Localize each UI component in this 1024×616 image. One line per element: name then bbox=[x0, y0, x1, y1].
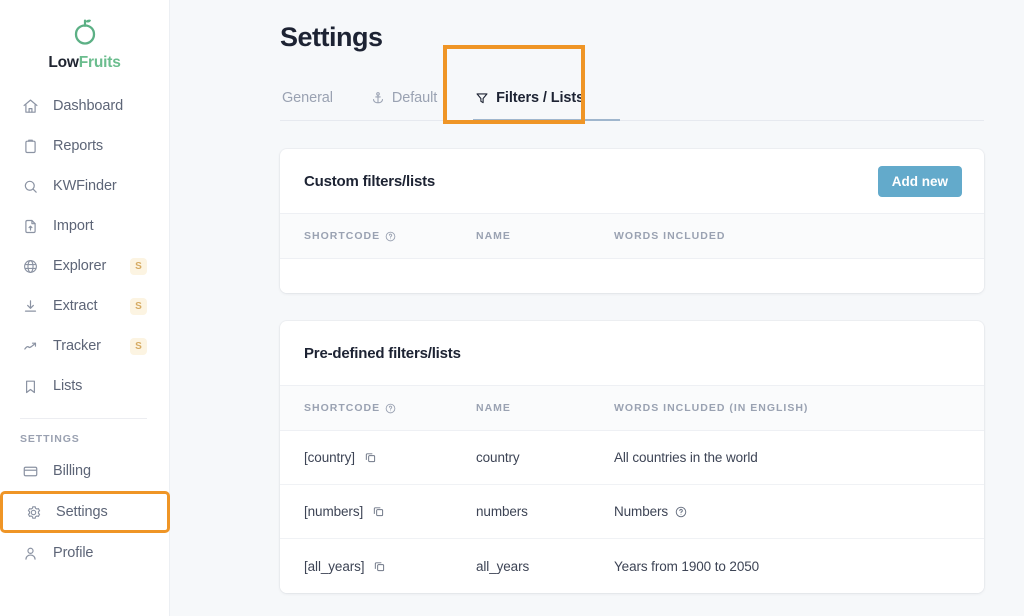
sidebar-item-lists[interactable]: Lists bbox=[0, 366, 169, 406]
fruit-logo-icon bbox=[0, 16, 169, 48]
sidebar-item-dashboard[interactable]: Dashboard bbox=[0, 86, 169, 126]
column-header-label: SHORTCODE bbox=[304, 230, 380, 242]
table-row: [numbers] numbers Numbers bbox=[280, 485, 984, 539]
custom-filters-table-header: SHORTCODE NAME WORDS INCLUDED bbox=[280, 213, 984, 259]
sidebar-item-label: Explorer bbox=[53, 258, 106, 274]
sidebar-item-label: Billing bbox=[53, 463, 91, 479]
cell-name: numbers bbox=[476, 504, 614, 519]
cell-shortcode: [all_years] bbox=[304, 559, 476, 574]
column-header-label: SHORTCODE bbox=[304, 402, 380, 414]
page-title: Settings bbox=[280, 22, 984, 53]
sidebar-item-explorer[interactable]: Explorer S bbox=[0, 246, 169, 286]
tab-label: Default bbox=[392, 90, 437, 106]
question-circle-icon[interactable] bbox=[385, 231, 396, 242]
user-icon bbox=[20, 543, 40, 563]
column-header-words: WORDS INCLUDED (IN ENGLISH) bbox=[614, 402, 960, 414]
sidebar-item-kwfinder[interactable]: KWFinder bbox=[0, 166, 169, 206]
bookmark-icon bbox=[20, 376, 40, 396]
brand-name-fruits: Fruits bbox=[79, 54, 121, 71]
sidebar-item-label: Dashboard bbox=[53, 98, 123, 114]
sidebar-item-extract[interactable]: Extract S bbox=[0, 286, 169, 326]
file-upload-icon bbox=[20, 216, 40, 236]
clipboard-icon bbox=[20, 136, 40, 156]
sidebar-item-label: Profile bbox=[53, 545, 93, 561]
sidebar-item-label: Import bbox=[53, 218, 94, 234]
app-root: LowFruits Dashboard Reports KWFin bbox=[0, 0, 1024, 616]
cell-shortcode: [country] bbox=[304, 450, 476, 465]
anchor-icon bbox=[371, 91, 385, 105]
tab-label: General bbox=[282, 90, 333, 106]
status-badge: S bbox=[130, 338, 147, 355]
table-row: [country] country All countries in the w… bbox=[280, 431, 984, 485]
brand-logo[interactable]: LowFruits bbox=[0, 0, 169, 72]
sidebar-item-label: Settings bbox=[56, 504, 108, 520]
copy-icon[interactable] bbox=[373, 560, 386, 573]
cell-words: All countries in the world bbox=[614, 450, 960, 465]
words-text: Numbers bbox=[614, 504, 668, 519]
sidebar-item-tracker[interactable]: Tracker S bbox=[0, 326, 169, 366]
gear-icon bbox=[23, 502, 43, 522]
cell-words: Years from 1900 to 2050 bbox=[614, 559, 960, 574]
column-header-shortcode: SHORTCODE bbox=[304, 402, 476, 414]
copy-icon[interactable] bbox=[372, 505, 385, 518]
main-content: Settings General Default bbox=[170, 0, 1024, 616]
tab-filters-lists[interactable]: Filters / Lists bbox=[473, 90, 586, 120]
column-header-name: NAME bbox=[476, 402, 614, 414]
card-title: Pre-defined filters/lists bbox=[304, 345, 461, 362]
sidebar-nav: Dashboard Reports KWFinder Import bbox=[0, 86, 169, 573]
sidebar-section-title: SETTINGS bbox=[0, 419, 169, 451]
settings-tabs: General Default Filters / Lists bbox=[280, 73, 984, 121]
sidebar-item-import[interactable]: Import bbox=[0, 206, 169, 246]
cell-name: country bbox=[476, 450, 614, 465]
sidebar-item-label: Reports bbox=[53, 138, 103, 154]
sidebar-item-reports[interactable]: Reports bbox=[0, 126, 169, 166]
brand-name: LowFruits bbox=[0, 54, 169, 72]
sidebar-item-label: Extract bbox=[53, 298, 97, 314]
download-icon bbox=[20, 296, 40, 316]
filter-icon bbox=[475, 91, 489, 105]
sidebar-item-profile[interactable]: Profile bbox=[0, 533, 169, 573]
status-badge: S bbox=[130, 258, 147, 275]
shortcode-text: [numbers] bbox=[304, 504, 363, 519]
sidebar-item-settings[interactable]: Settings bbox=[0, 491, 170, 533]
sidebar: LowFruits Dashboard Reports KWFin bbox=[0, 0, 170, 616]
predefined-filters-table-header: SHORTCODE NAME WORDS INCLUDED (IN ENGLIS… bbox=[280, 385, 984, 431]
predefined-filters-card-header: Pre-defined filters/lists bbox=[280, 321, 984, 385]
status-badge: S bbox=[130, 298, 147, 315]
cell-shortcode: [numbers] bbox=[304, 504, 476, 519]
column-header-words: WORDS INCLUDED bbox=[614, 230, 960, 242]
sidebar-item-label: KWFinder bbox=[53, 178, 117, 194]
column-header-name: NAME bbox=[476, 230, 614, 242]
home-icon bbox=[20, 96, 40, 116]
shortcode-text: [all_years] bbox=[304, 559, 364, 574]
question-circle-icon[interactable] bbox=[385, 403, 396, 414]
tab-general[interactable]: General bbox=[280, 90, 335, 120]
table-row: [all_years] all_years Years from 1900 to… bbox=[280, 539, 984, 593]
tab-label: Filters / Lists bbox=[496, 90, 584, 106]
credit-card-icon bbox=[20, 461, 40, 481]
tab-default[interactable]: Default bbox=[369, 90, 439, 120]
column-header-shortcode: SHORTCODE bbox=[304, 230, 476, 242]
tab-filters-lists-wrapper: Filters / Lists bbox=[473, 90, 620, 120]
sidebar-item-label: Lists bbox=[53, 378, 82, 394]
add-new-button[interactable]: Add new bbox=[878, 166, 962, 197]
globe-icon bbox=[20, 256, 40, 276]
custom-filters-card-header: Custom filters/lists Add new bbox=[280, 149, 984, 213]
card-title: Custom filters/lists bbox=[304, 173, 435, 190]
sidebar-item-billing[interactable]: Billing bbox=[0, 451, 169, 491]
search-icon bbox=[20, 176, 40, 196]
cell-words: Numbers bbox=[614, 504, 960, 519]
custom-filters-empty-body bbox=[280, 259, 984, 293]
question-circle-icon[interactable] bbox=[675, 506, 687, 518]
copy-icon[interactable] bbox=[364, 451, 377, 464]
shortcode-text: [country] bbox=[304, 450, 355, 465]
predefined-filters-card: Pre-defined filters/lists SHORTCODE NAME… bbox=[280, 321, 984, 593]
custom-filters-card: Custom filters/lists Add new SHORTCODE N… bbox=[280, 149, 984, 293]
cell-name: all_years bbox=[476, 559, 614, 574]
trending-up-icon bbox=[20, 336, 40, 356]
brand-name-low: Low bbox=[48, 54, 78, 71]
sidebar-item-label: Tracker bbox=[53, 338, 101, 354]
